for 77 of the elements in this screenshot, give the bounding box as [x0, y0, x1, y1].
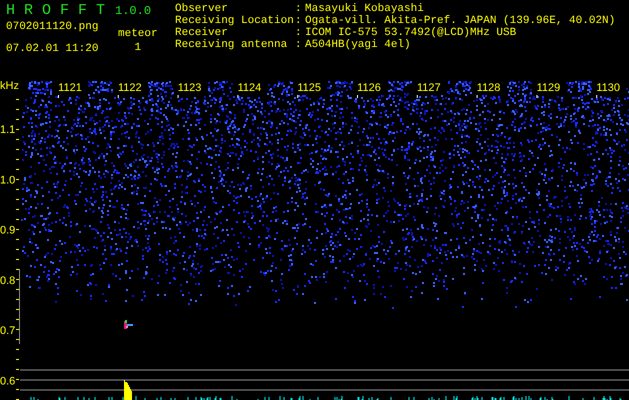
- meteor-count: 1: [134, 42, 142, 54]
- info-separator: :: [295, 15, 303, 27]
- tick-mark: [16, 109, 19, 110]
- file-name: 0702011120.png: [6, 21, 100, 33]
- y-axis-label: 0.8: [0, 274, 16, 287]
- y-axis-label: 0.6: [0, 376, 16, 388]
- info-value: Ogata-vill. Akita-Pref. JAPAN (139.96E, 40.02N): [305, 15, 616, 27]
- tick-mark: [16, 319, 19, 320]
- capture-datetime: 07.02.01 11:20: [6, 43, 100, 55]
- tick-mark: [16, 219, 19, 220]
- tick-mark: [16, 289, 19, 290]
- tick-mark: [118, 95, 119, 98]
- tick-mark: [536, 95, 538, 98]
- tick-mark: [58, 95, 59, 98]
- tick-mark: [16, 279, 19, 280]
- tick-mark: [16, 309, 19, 310]
- tick-mark: [16, 359, 19, 360]
- tick-mark: [16, 299, 19, 300]
- tick-mark: [16, 139, 19, 140]
- tick-mark: [16, 239, 19, 240]
- x-axis-label: 1124: [238, 82, 262, 94]
- meteor-label: meteor: [118, 28, 158, 40]
- info-separator: :: [295, 27, 303, 39]
- tick-mark: [596, 95, 598, 98]
- tick-mark: [16, 259, 19, 260]
- tick-mark: [16, 229, 19, 230]
- tick-mark: [297, 95, 298, 98]
- signal-peak-drawing: [124, 380, 132, 400]
- y-axis-label: 1.0: [0, 174, 16, 186]
- x-axis-label: 1129: [536, 82, 560, 94]
- x-axis-label: 1123: [178, 82, 202, 94]
- info-value: A504HB(yagi 4el): [305, 39, 411, 51]
- info-label: Receiver: [175, 27, 229, 39]
- tick-mark: [16, 179, 19, 180]
- tick-mark: [16, 99, 19, 100]
- app-version: 1.0.0: [115, 4, 152, 18]
- tick-mark: [16, 119, 19, 120]
- x-axis-label: 1121: [58, 82, 82, 94]
- info-label: Receiving Location: [175, 15, 295, 27]
- tick-mark: [16, 159, 19, 160]
- app-title: H R O F F T: [6, 2, 106, 19]
- info-separator: :: [295, 3, 303, 15]
- x-axis-label: 1128: [476, 82, 500, 94]
- tick-mark: [178, 95, 179, 98]
- x-axis-label: 1127: [416, 82, 441, 94]
- tick-mark: [16, 349, 19, 350]
- tick-mark: [16, 169, 19, 170]
- x-axis-label: 1130: [596, 82, 620, 94]
- tick-mark: [16, 209, 19, 210]
- info-value: ICOM IC-575 53.7492(@LCD)MHz USB: [305, 27, 516, 39]
- tick-mark: [357, 95, 358, 98]
- tick-mark: [476, 95, 478, 98]
- tick-mark: [16, 369, 19, 370]
- tick-mark: [16, 149, 19, 150]
- x-axis-label: 1125: [297, 82, 322, 94]
- info-label: Observer: [175, 3, 229, 15]
- axis-unit: kHz: [0, 80, 19, 92]
- tick-mark: [16, 379, 19, 380]
- tick-mark: [16, 129, 19, 130]
- info-value: Masayuki Kobayashi: [305, 3, 424, 15]
- tick-mark: [16, 189, 19, 190]
- tick-mark: [16, 339, 19, 340]
- y-axis-label: 0.9: [0, 224, 16, 237]
- tick-mark: [16, 389, 19, 390]
- info-separator: :: [295, 39, 303, 51]
- meteor-echo-drawing: [124, 320, 133, 329]
- y-axis-label: 1.1: [0, 124, 16, 136]
- x-axis-label: 1122: [118, 82, 142, 94]
- tick-mark: [237, 95, 238, 98]
- tick-mark: [416, 95, 418, 98]
- y-axis-label: 0.7: [0, 325, 16, 338]
- tick-mark: [16, 199, 19, 200]
- tick-mark: [16, 249, 19, 250]
- x-axis-label: 1126: [357, 82, 381, 94]
- tick-mark: [16, 329, 19, 330]
- tick-mark: [16, 269, 19, 270]
- info-label: Receiving antenna: [175, 39, 288, 51]
